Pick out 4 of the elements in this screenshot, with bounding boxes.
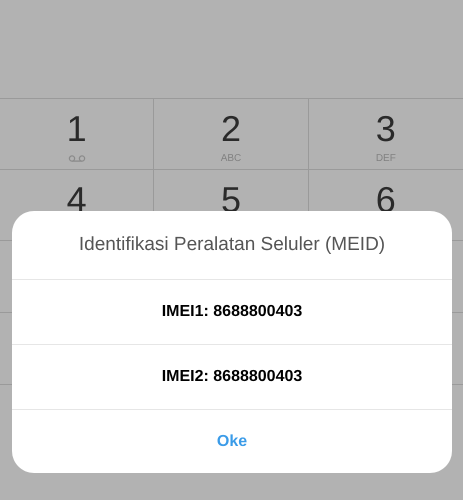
voicemail-icon xyxy=(68,155,86,163)
dial-key[interactable]: 1 xyxy=(0,99,154,170)
imei-text: IMEI2: 8688800403 xyxy=(162,367,302,387)
imei-text: IMEI1: 8688800403 xyxy=(162,302,302,322)
